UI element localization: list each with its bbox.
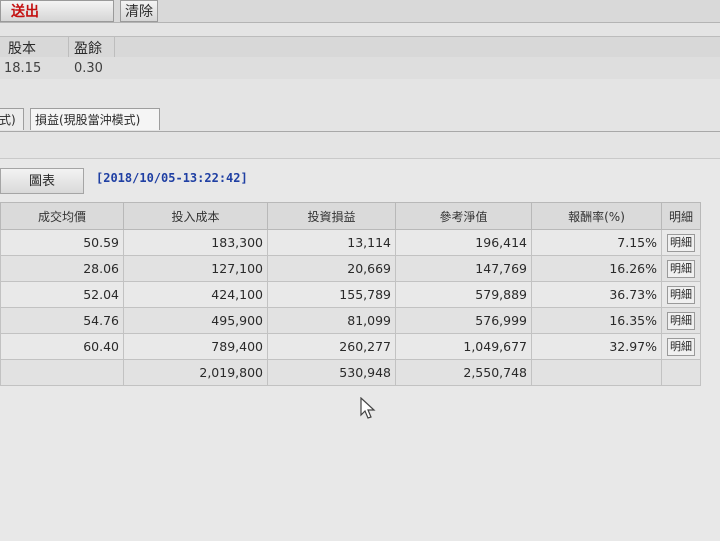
table-row: 50.59 183,300 13,114 196,414 7.15% 明細 <box>0 229 701 256</box>
detail-button[interactable]: 明細 <box>667 337 695 356</box>
total-cell: 530,948 <box>267 359 396 386</box>
tab-previous-mode[interactable]: 式) <box>0 108 24 130</box>
table-cell: 28.06 <box>0 255 124 282</box>
table-cell: 1,049,677 <box>395 333 532 360</box>
table-totals-row: 2,019,800 530,948 2,550,748 <box>0 359 701 386</box>
detail-cell: 明細 <box>661 333 701 360</box>
column-header[interactable]: 明細 <box>661 202 701 230</box>
table-cell: 579,889 <box>395 281 532 308</box>
table-cell: 576,999 <box>395 307 532 334</box>
mouse-pointer-icon <box>360 397 376 419</box>
column-header[interactable]: 成交均價 <box>0 202 124 230</box>
table-cell: 32.97% <box>531 333 662 360</box>
table-cell: 16.35% <box>531 307 662 334</box>
timestamp: [2018/10/05-13:22:42] <box>96 171 248 185</box>
detail-button[interactable]: 明細 <box>667 285 695 304</box>
table-cell: 155,789 <box>267 281 396 308</box>
clear-button[interactable]: 清除 <box>120 0 158 22</box>
table-header-row: 成交均價 投入成本 投資損益 參考淨值 報酬率(%) 明細 <box>0 202 701 230</box>
table-row: 54.76 495,900 81,099 576,999 16.35% 明細 <box>0 307 701 334</box>
send-button[interactable]: 送出 <box>0 0 114 22</box>
table-cell: 260,277 <box>267 333 396 360</box>
value-capital: 18.15 <box>4 61 42 76</box>
table-cell: 36.73% <box>531 281 662 308</box>
table-cell: 127,100 <box>123 255 268 282</box>
info-row: 18.15 0.30 <box>0 57 720 79</box>
table-row: 28.06 127,100 20,669 147,769 16.26% 明細 <box>0 255 701 282</box>
column-header[interactable]: 投入成本 <box>123 202 268 230</box>
table-cell: 7.15% <box>531 229 662 256</box>
table-cell: 183,300 <box>123 229 268 256</box>
table-cell: 60.40 <box>0 333 124 360</box>
total-cell: 2,550,748 <box>395 359 532 386</box>
detail-button[interactable]: 明細 <box>667 259 695 278</box>
table-cell: 50.59 <box>0 229 124 256</box>
toolbar: 送出 清除 <box>0 0 720 23</box>
table-cell: 81,099 <box>267 307 396 334</box>
total-cell <box>0 359 124 386</box>
header-earnings: 盈餘 <box>74 41 102 57</box>
table-cell: 424,100 <box>123 281 268 308</box>
detail-cell: 明細 <box>661 255 701 282</box>
detail-button[interactable]: 明細 <box>667 311 695 330</box>
header-capital: 股本 <box>8 41 36 57</box>
table-cell: 52.04 <box>0 281 124 308</box>
tab-bar: 式) 損益(現股當沖模式) <box>0 107 720 132</box>
total-cell: 2,019,800 <box>123 359 268 386</box>
chart-button[interactable]: 圖表 <box>0 168 84 194</box>
table-cell: 16.26% <box>531 255 662 282</box>
table-cell: 789,400 <box>123 333 268 360</box>
table-cell: 196,414 <box>395 229 532 256</box>
column-header[interactable]: 參考淨值 <box>395 202 532 230</box>
detail-cell: 明細 <box>661 229 701 256</box>
table-cell: 20,669 <box>267 255 396 282</box>
info-header: 股本 盈餘 <box>0 36 720 58</box>
pnl-table: 成交均價 投入成本 投資損益 參考淨值 報酬率(%) 明細 50.59 183,… <box>0 202 701 386</box>
table-row: 52.04 424,100 155,789 579,889 36.73% 明細 <box>0 281 701 308</box>
column-header[interactable]: 報酬率(%) <box>531 202 662 230</box>
table-cell: 13,114 <box>267 229 396 256</box>
table-cell: 495,900 <box>123 307 268 334</box>
detail-cell: 明細 <box>661 281 701 308</box>
table-cell: 54.76 <box>0 307 124 334</box>
column-header[interactable]: 投資損益 <box>267 202 396 230</box>
table-cell: 147,769 <box>395 255 532 282</box>
detail-cell: 明細 <box>661 307 701 334</box>
tab-daytrade-pnl[interactable]: 損益(現股當沖模式) <box>30 108 160 130</box>
value-earnings: 0.30 <box>74 61 103 76</box>
total-cell <box>661 359 701 386</box>
total-cell <box>531 359 662 386</box>
table-row: 60.40 789,400 260,277 1,049,677 32.97% 明… <box>0 333 701 360</box>
detail-button[interactable]: 明細 <box>667 233 695 252</box>
